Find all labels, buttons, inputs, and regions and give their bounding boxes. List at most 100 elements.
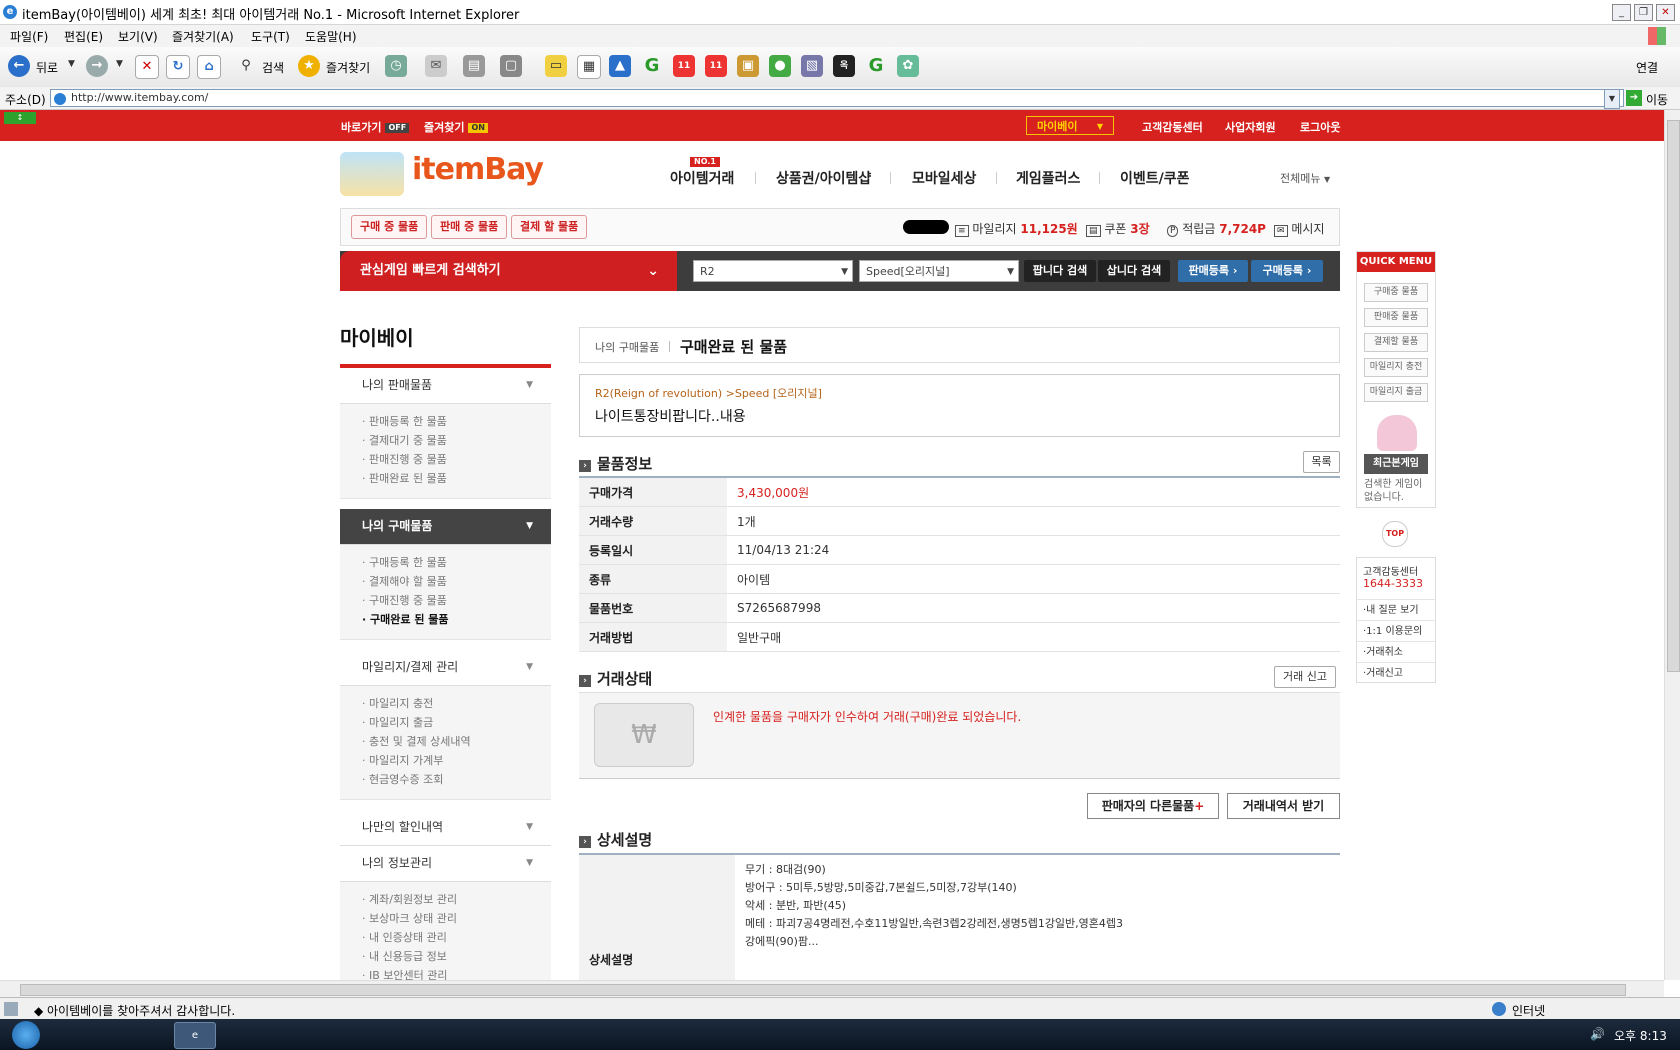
app-icon-11st-a[interactable]: 11 [673,55,695,77]
list-button[interactable]: 목록 [1303,451,1340,473]
connect-label[interactable]: 연결 [1636,59,1658,76]
volume-icon[interactable]: 🔊 [1590,1027,1605,1041]
mail-icon[interactable]: ✉ [425,55,447,77]
gnb-item-trade[interactable]: 아이템거래 [670,168,734,188]
app-icon-auction[interactable]: 옥 [833,55,855,77]
address-dropdown-icon[interactable]: ▼ [1604,89,1620,109]
menu-tools[interactable]: 도구(T) [251,28,290,45]
cs-link-my-questions[interactable]: ·내 질문 보기 [1357,599,1435,620]
menu-favorites[interactable]: 즐겨찾기(A) [172,28,234,45]
report-trade-button[interactable]: 거래 신고 [1274,666,1336,688]
gnb-item-event[interactable]: 이벤트/쿠폰 [1120,168,1190,188]
buy-register-button[interactable]: 구매등록 › [1251,260,1323,282]
quick-mileage-withdraw-button[interactable]: 마일리지 출금 [1364,383,1428,402]
cs-link-inquiry[interactable]: ·1:1 이용문의 [1357,620,1435,641]
minimize-button[interactable]: _ [1612,4,1631,21]
gnb-item-giftcard[interactable]: 상품권/아이템샵 [776,168,871,188]
print-icon[interactable]: ▤ [463,55,485,77]
cs-link-cancel[interactable]: ·거래취소 [1357,641,1435,662]
sidebar-section-my-info[interactable]: 나의 정보관리 ▼ [340,846,551,882]
sell-search-button[interactable]: 팝니다 검색 [1024,260,1096,282]
payment-items-button[interactable]: 결제 할 물품 [511,215,588,239]
cs-center-link[interactable]: 고객감동센터 [1142,119,1203,135]
close-button[interactable]: ✕ [1656,4,1675,21]
business-member-link[interactable]: 사업자회원 [1225,119,1276,135]
itembay-logo[interactable]: itemBay [340,148,548,198]
recent-games-label[interactable]: 최근본게임 [1364,454,1428,474]
gnb-item-gameplus[interactable]: 게임플러스 [1016,168,1080,188]
g-icon[interactable]: G [641,55,663,77]
history-icon[interactable]: ◷ [385,55,407,77]
all-menu-link[interactable]: 전체메뉴 ▼ [1280,170,1330,186]
g-icon-2[interactable]: G [865,55,887,77]
points-stat[interactable]: P 적립금 7,724P [1167,220,1266,237]
sidebar-item-sale-awaiting[interactable]: · 결제대기 중 물품 [362,431,551,450]
note-icon[interactable]: ▭ [545,55,567,77]
start-orb-icon[interactable] [12,1021,40,1049]
sidebar-item-sale-registered[interactable]: · 판매등록 한 물품 [362,412,551,431]
horizontal-scrollbar[interactable] [0,980,1664,998]
address-input[interactable]: http://www.itembay.com/ [50,89,1624,107]
favorites-link[interactable]: 즐겨찾기 ON [424,119,488,135]
sidebar-item-sale-progress[interactable]: · 판매진행 중 물품 [362,450,551,469]
sidebar-section-my-purchases[interactable]: 나의 구매물품 ▼ [340,509,551,545]
search-icon[interactable]: ⚲ [235,55,257,77]
mybay-dropdown[interactable]: 마이베이 ▼ [1026,116,1114,135]
scroll-thumb[interactable] [1667,120,1680,672]
download-history-button[interactable]: 거래내역서 받기 [1227,793,1340,819]
sidebar-item-account-info[interactable]: · 계좌/회원정보 관리 [362,890,551,909]
sidebar-item-reward-mark[interactable]: · 보상마크 상태 관리 [362,909,551,928]
sidebar-item-cash-receipt[interactable]: · 현금영수증 조회 [362,770,551,789]
menu-view[interactable]: 보기(V) [118,28,158,45]
sidebar-item-mileage-ledger[interactable]: · 마일리지 가계부 [362,751,551,770]
quick-payment-button[interactable]: 결제할 물품 [1364,333,1428,352]
sidebar-item-credit-grade[interactable]: · 내 신용등급 정보 [362,947,551,966]
sidebar-item-buy-progress[interactable]: · 구매진행 중 물품 [362,591,551,610]
app-icon-blue[interactable]: ▲ [609,55,631,77]
stop-icon[interactable]: ✕ [135,55,159,79]
scroll-top-button[interactable]: TOP [1382,521,1408,547]
coupon-stat[interactable]: ▤ 쿠폰 3장 [1086,220,1150,237]
sidebar-item-sale-complete[interactable]: · 판매완료 된 물품 [362,469,551,488]
game-select[interactable]: R2 ▼ [693,260,853,282]
edit-icon[interactable]: ▢ [500,55,522,77]
quick-search-toggle[interactable]: 관심게임 빠르게 검색하기 ⌄ [340,251,677,291]
sidebar-item-mileage-charge[interactable]: · 마일리지 충전 [362,694,551,713]
widget-icon[interactable]: ▦ [577,55,601,79]
menu-edit[interactable]: 편집(E) [64,28,103,45]
vertical-scrollbar[interactable] [1664,110,1680,980]
sidebar-item-mileage-withdraw[interactable]: · 마일리지 출금 [362,713,551,732]
sidebar-section-my-sales[interactable]: 나의 판매물품 ▼ [340,368,551,404]
quick-buying-button[interactable]: 구매중 물품 [1364,283,1428,302]
app-icon-dots[interactable]: ● [769,55,791,77]
scroll-thumb[interactable] [20,984,1626,996]
back-button-label[interactable]: 뒤로 [36,59,58,76]
buy-search-button[interactable]: 삽니다 검색 [1098,260,1170,282]
message-stat[interactable]: ✉ 메시지 [1274,220,1325,237]
sell-register-button[interactable]: 판매등록 › [1178,260,1248,282]
mileage-stat[interactable]: ≡ 마일리지 11,125원 [955,220,1078,237]
menu-file[interactable]: 파일(F) [10,28,48,45]
sidebar-item-buy-payment[interactable]: · 결제해야 할 물품 [362,572,551,591]
go-button-label[interactable]: 이동 [1646,91,1668,108]
ie-taskbar-button[interactable]: e [174,1022,216,1049]
back-arrow-icon[interactable]: ← [8,55,30,77]
sidebar-item-charge-history[interactable]: · 충전 및 결제 상세내역 [362,732,551,751]
sidebar-section-mileage[interactable]: 마일리지/결제 관리 ▼ [340,650,551,686]
home-icon[interactable]: ⌂ [197,55,221,79]
shortcut-link[interactable]: 바로가기 OFF [341,119,410,135]
sidebar-item-auth-status[interactable]: · 내 인증상태 관리 [362,928,551,947]
sidebar-section-discounts[interactable]: 나만의 할인내역 ▼ [340,810,551,846]
server-select[interactable]: Speed[오리지널] ▼ [859,260,1019,282]
app-icon-puzzle[interactable]: ✿ [897,55,919,77]
sidebar-item-buy-complete[interactable]: · 구매완료 된 물품 [362,610,551,629]
gnb-item-mobile[interactable]: 모바일세상 [912,168,976,188]
cs-link-report[interactable]: ·거래신고 [1357,662,1435,683]
sidebar-item-buy-registered[interactable]: · 구매등록 한 물품 [362,553,551,572]
app-icon-shop[interactable]: ▣ [737,55,759,77]
restore-button[interactable]: ❐ [1634,4,1653,21]
forward-dropdown-icon[interactable]: ▼ [116,59,123,69]
seller-other-items-button[interactable]: 판매자의 다른물품+ [1087,793,1219,819]
back-dropdown-icon[interactable]: ▼ [68,59,75,69]
buying-items-button[interactable]: 구매 중 물품 [351,215,428,239]
